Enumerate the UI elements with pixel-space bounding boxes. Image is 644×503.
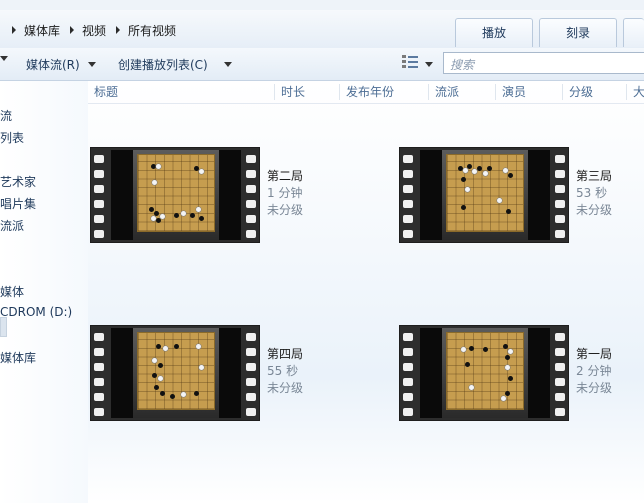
nav-item[interactable]: CDROM (D:) bbox=[0, 305, 72, 319]
chevron-down-icon bbox=[0, 56, 8, 61]
go-board-image bbox=[446, 332, 524, 410]
go-board-image bbox=[137, 154, 215, 232]
column-rating[interactable]: 分级 bbox=[562, 84, 627, 100]
video-tile[interactable]: 第四局 55 秒未分级 bbox=[90, 325, 390, 425]
video-title: 第三局 bbox=[576, 169, 613, 183]
breadcrumb: 媒体库 视频 所有视频 bbox=[0, 21, 176, 39]
film-sprocket-holes bbox=[243, 329, 259, 417]
column-genre[interactable]: 流派 bbox=[428, 84, 493, 100]
film-sprocket-holes bbox=[91, 151, 107, 239]
video-title: 第一局 bbox=[576, 347, 613, 361]
video-rating: 未分级 bbox=[576, 203, 613, 217]
video-rating: 未分级 bbox=[267, 203, 304, 217]
video-duration: 53 秒 bbox=[576, 186, 608, 200]
nav-item[interactable]: 列表 bbox=[0, 129, 24, 146]
video-thumbnail[interactable] bbox=[399, 325, 569, 421]
film-frame bbox=[111, 328, 241, 418]
film-sprocket-holes bbox=[400, 329, 416, 417]
search-placeholder: 搜索 bbox=[450, 58, 475, 72]
title-strip bbox=[0, 0, 644, 10]
film-sprocket-holes bbox=[552, 329, 568, 417]
video-rating: 未分级 bbox=[576, 381, 613, 395]
search-input[interactable]: 搜索 bbox=[443, 52, 644, 74]
create-playlist-label: 创建播放列表(C) bbox=[118, 58, 208, 72]
video-meta: 第三局 53 秒未分级 bbox=[576, 168, 612, 219]
column-actors[interactable]: 演员 bbox=[495, 84, 560, 100]
video-duration: 1 分钟 bbox=[267, 186, 303, 200]
video-rating: 未分级 bbox=[267, 381, 304, 395]
column-size[interactable]: 大 bbox=[626, 84, 644, 100]
film-frame bbox=[111, 150, 241, 240]
breadcrumb-arrow-icon[interactable] bbox=[70, 26, 75, 34]
breadcrumb-item-all-videos[interactable]: 所有视频 bbox=[128, 22, 176, 39]
create-playlist-menu[interactable]: 创建播放列表(C) bbox=[118, 56, 232, 73]
breadcrumb-arrow-icon[interactable] bbox=[116, 26, 121, 34]
navigation-pane: 流列表艺术家唱片集流派媒体 CDROM (D:) 媒体库 bbox=[0, 81, 88, 503]
film-frame bbox=[420, 328, 550, 418]
video-duration: 2 分钟 bbox=[576, 364, 612, 378]
video-title: 第四局 bbox=[267, 347, 304, 361]
nav-selected-item[interactable] bbox=[0, 317, 7, 337]
video-title: 第二局 bbox=[267, 169, 304, 183]
video-tile[interactable]: 第三局 53 秒未分级 bbox=[399, 147, 644, 247]
nav-item[interactable]: 艺术家 bbox=[0, 173, 36, 190]
go-board-image bbox=[137, 332, 215, 410]
film-sprocket-holes bbox=[400, 151, 416, 239]
video-duration: 55 秒 bbox=[267, 364, 299, 378]
video-thumbnail[interactable] bbox=[399, 147, 569, 243]
chevron-down-icon bbox=[87, 62, 96, 67]
video-tile[interactable]: 第二局 1 分钟未分级 bbox=[90, 147, 390, 247]
chevron-down-icon bbox=[223, 62, 232, 67]
command-bar: 媒体流(R) 创建播放列表(C) 搜索 bbox=[0, 48, 644, 81]
nav-item[interactable]: 流 bbox=[0, 107, 12, 124]
column-duration[interactable]: 时长 bbox=[274, 84, 337, 100]
video-thumbnail[interactable] bbox=[90, 325, 260, 421]
nav-item[interactable]: 媒体库 bbox=[0, 349, 36, 366]
column-header-row: 标题 时长 发布年份 流派 演员 分级 大 bbox=[88, 81, 644, 104]
go-board-image bbox=[446, 154, 524, 232]
film-sprocket-holes bbox=[243, 151, 259, 239]
video-meta: 第二局 1 分钟未分级 bbox=[267, 168, 303, 219]
view-options-icon[interactable] bbox=[402, 54, 418, 70]
film-sprocket-holes bbox=[91, 329, 107, 417]
view-options-chevron-icon[interactable] bbox=[425, 62, 433, 67]
video-meta: 第一局 2 分钟未分级 bbox=[576, 346, 612, 397]
nav-item[interactable]: 唱片集 bbox=[0, 195, 36, 212]
breadcrumb-item-library[interactable]: 媒体库 bbox=[24, 22, 60, 39]
breadcrumb-item-video[interactable]: 视频 bbox=[82, 22, 106, 39]
film-sprocket-holes bbox=[552, 151, 568, 239]
video-tile[interactable]: 第一局 2 分钟未分级 bbox=[399, 325, 644, 425]
video-thumbnail[interactable] bbox=[90, 147, 260, 243]
video-meta: 第四局 55 秒未分级 bbox=[267, 346, 303, 397]
tab-burn[interactable]: 刻录 bbox=[538, 18, 617, 47]
column-year[interactable]: 发布年份 bbox=[339, 84, 426, 100]
media-stream-label: 媒体流(R) bbox=[26, 58, 80, 72]
tab-play[interactable]: 播放 bbox=[454, 18, 533, 47]
nav-item[interactable]: 流派 bbox=[0, 217, 24, 234]
tab-strip: 播放 刻录 bbox=[454, 18, 644, 47]
film-frame bbox=[420, 150, 550, 240]
organize-menu[interactable] bbox=[0, 56, 8, 61]
breadcrumb-arrow-icon[interactable] bbox=[12, 26, 16, 34]
column-title[interactable]: 标题 bbox=[88, 84, 274, 100]
content-pane: 标题 时长 发布年份 流派 演员 分级 大 第二局 1 分钟未分级 第三局 53 秒未… bbox=[88, 81, 644, 503]
address-bar: 媒体库 视频 所有视频 播放 刻录 bbox=[0, 10, 644, 49]
tab-sync[interactable] bbox=[623, 18, 644, 47]
media-stream-menu[interactable]: 媒体流(R) bbox=[26, 56, 96, 73]
nav-item[interactable]: 媒体 bbox=[0, 283, 24, 300]
